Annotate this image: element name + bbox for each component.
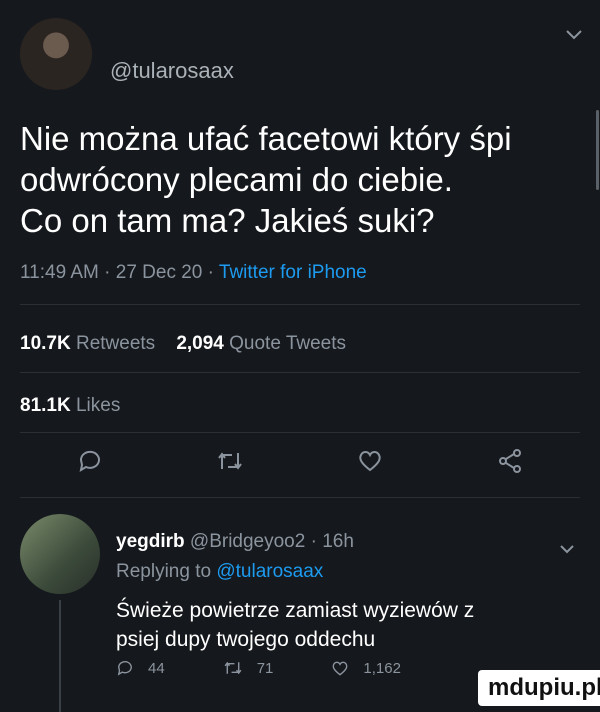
reply-icon [117, 660, 132, 676]
like-icon [332, 661, 348, 676]
tweet-source[interactable]: Twitter for iPhone [219, 262, 367, 283]
reply-reply-action[interactable]: 44 [116, 659, 165, 677]
like-count: 1,162 [363, 659, 401, 677]
reply-actions: 44 71 1,162 [116, 659, 401, 677]
tweet-text-line: Nie można ufać facetowi który śpi [20, 120, 512, 157]
retweet-icon[interactable] [214, 445, 246, 477]
reply-text-line: psiej dupy twojego oddechu [116, 628, 376, 651]
likes-stat[interactable]: 81.1K Likes [20, 395, 120, 417]
divider [20, 304, 580, 305]
divider [20, 432, 580, 433]
reply-text-line: Świeże powietrze zamiast wyziewów z [116, 599, 475, 622]
tweet-actions [20, 445, 580, 477]
share-icon[interactable] [494, 445, 526, 477]
tweet-text-line: odwrócony plecami do ciebie. [20, 161, 453, 198]
chevron-down-icon[interactable] [560, 538, 574, 559]
retweet-count: 71 [256, 659, 274, 677]
reply-retweet-action[interactable]: 71 [223, 659, 274, 677]
reply-author-name[interactable]: yegdirb [116, 531, 185, 552]
reply-header: yegdirb @Bridgeyoo2 · 16h [116, 531, 354, 553]
reply-count: 44 [148, 659, 165, 677]
reply-text: Świeże powietrze zamiast wyziewów z psie… [116, 596, 576, 654]
quotes-stat[interactable]: 2,094 Quote Tweets [176, 333, 346, 354]
reply-author-handle-time: @Bridgeyoo2 · 16h [189, 531, 354, 552]
replying-to-handle[interactable]: @tularosaax [216, 561, 323, 582]
divider [20, 497, 580, 498]
engagement-stats: 10.7K Retweets 2,094 Quote Tweets [20, 333, 346, 355]
tweet-text: Nie można ufać facetowi który śpi odwróc… [20, 118, 580, 241]
retweets-stat[interactable]: 10.7K Retweets [20, 333, 155, 354]
tweet-time: 11:49 AM · 27 Dec 20 · [20, 262, 219, 283]
watermark-logo: mdupiu.pl [478, 670, 600, 706]
reply-icon[interactable] [74, 445, 106, 477]
like-icon[interactable] [354, 445, 386, 477]
author-handle[interactable]: @tularosaax [110, 58, 234, 84]
reply-author-avatar[interactable] [20, 514, 100, 594]
chevron-down-icon[interactable] [566, 24, 582, 45]
thread-line [59, 600, 61, 712]
divider [20, 372, 580, 373]
replying-to: Replying to @tularosaax [116, 561, 324, 582]
scrollbar[interactable] [596, 110, 599, 190]
tweet-meta: 11:49 AM · 27 Dec 20 · Twitter for iPhon… [20, 262, 367, 284]
retweet-icon [224, 661, 242, 675]
author-avatar[interactable] [20, 18, 92, 90]
tweet-text-line: Co on tam ma? Jakieś suki? [20, 202, 435, 239]
reply-like-action[interactable]: 1,162 [331, 660, 401, 677]
